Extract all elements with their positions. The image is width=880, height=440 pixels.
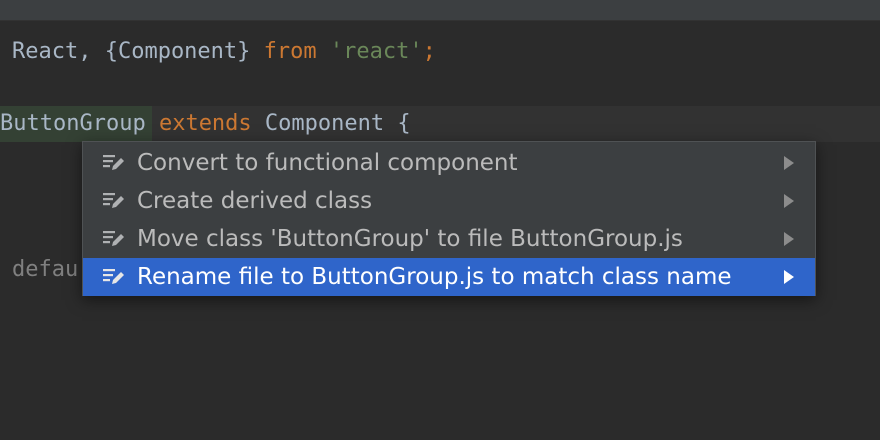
edit-icon — [101, 190, 127, 212]
menu-item-label: Create derived class — [137, 188, 373, 214]
menu-item-rename-file[interactable]: Rename file to ButtonGroup.js to match c… — [83, 258, 815, 296]
menu-item-label: Rename file to ButtonGroup.js to match c… — [137, 264, 732, 290]
keyword-token: from — [263, 39, 317, 64]
code-line-export[interactable]: defau — [12, 252, 78, 288]
semicolon-token: ; — [422, 39, 436, 64]
edit-icon — [101, 228, 127, 250]
menu-item-convert-to-functional[interactable]: Convert to functional component — [83, 144, 815, 182]
menu-item-label: Move class 'ButtonGroup' to file ButtonG… — [137, 226, 683, 252]
menu-item-label: Convert to functional component — [137, 150, 518, 176]
submenu-arrow-icon — [783, 182, 795, 220]
editor-tab-bar — [0, 0, 880, 21]
intention-actions-popup: Convert to functional component Create d… — [82, 141, 816, 296]
class-name-token[interactable]: ButtonGroup — [0, 111, 146, 136]
edit-icon — [101, 266, 127, 288]
edit-icon — [101, 152, 127, 174]
submenu-arrow-icon — [783, 258, 795, 296]
submenu-arrow-icon — [783, 144, 795, 182]
string-token: 'react' — [329, 39, 423, 64]
keyword-token: extends — [158, 111, 252, 136]
menu-item-move-class[interactable]: Move class 'ButtonGroup' to file ButtonG… — [83, 220, 815, 258]
menu-item-create-derived-class[interactable]: Create derived class — [83, 182, 815, 220]
code-token: React, {Component} — [12, 39, 264, 64]
code-line-import[interactable]: React, {Component} from 'react'; — [12, 34, 436, 70]
code-token: Component { — [264, 111, 411, 136]
submenu-arrow-icon — [783, 220, 795, 258]
code-line-class-declaration[interactable]: ButtonGroup extends Component { — [0, 106, 411, 142]
